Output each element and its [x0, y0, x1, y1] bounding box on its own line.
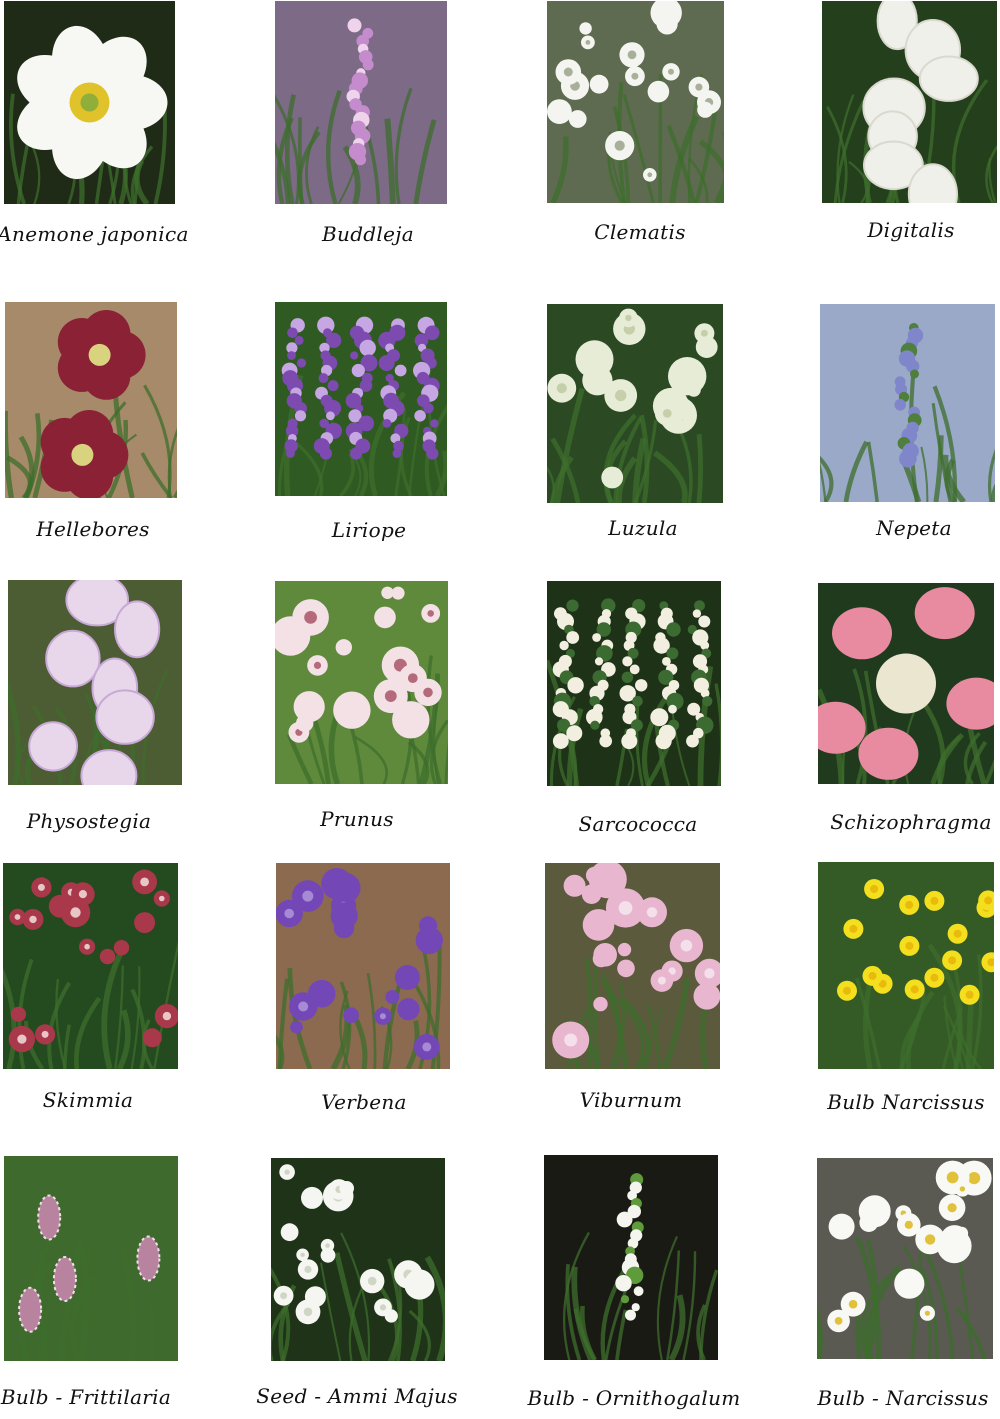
white-foxglove-bells-image — [822, 1, 997, 203]
plant-caption-clematis: Clematis — [594, 220, 686, 244]
pale-pink-physostegia-image — [8, 580, 182, 785]
plant-photo-narcissus-bulb — [818, 862, 994, 1069]
plant-photo-physostegia — [8, 580, 182, 785]
pink-viburnum-clusters-image — [545, 863, 720, 1069]
purple-liriope-spikes-image — [275, 302, 447, 496]
white-paperwhite-narcissus-image — [817, 1158, 993, 1359]
plant-photo-sarcococca — [547, 581, 721, 786]
plant-photo-verbena — [276, 863, 450, 1069]
plant-photo-liriope — [275, 302, 447, 496]
chequered-fritillaria-image — [4, 1156, 178, 1361]
white-anemone-flower-image — [4, 1, 175, 204]
plant-photo-ammi — [271, 1158, 445, 1361]
plant-photo-anemone — [4, 1, 175, 204]
plant-caption-schizophragma: Schizophragma — [830, 810, 992, 834]
plant-caption-physostegia: Physostegia — [26, 809, 152, 833]
plant-caption-luzula: Luzula — [608, 516, 678, 540]
purple-verbena-clusters-image — [276, 863, 450, 1069]
plant-photo-clematis — [547, 1, 724, 203]
plant-caption-buddleja: Buddleja — [322, 222, 414, 246]
plant-caption-narcissus-bulb: Bulb Narcissus — [827, 1090, 985, 1114]
pink-cherry-blossom-image — [275, 581, 448, 784]
plant-caption-hellebores: Hellebores — [36, 517, 150, 541]
plant-photo-digitalis — [822, 1, 997, 203]
yellow-daffodils-image — [818, 862, 994, 1069]
burgundy-hellebore-image — [5, 302, 177, 498]
plant-caption-skimmia: Skimmia — [42, 1088, 134, 1112]
plant-photo-luzula — [547, 304, 723, 503]
white-ornithogalum-spike-image — [544, 1155, 718, 1360]
plant-photo-viburnum — [545, 863, 720, 1069]
plant-caption-nepeta: Nepeta — [876, 516, 952, 540]
lilac-buddleja-spike-image — [275, 1, 447, 204]
plant-caption-liriope: Liriope — [331, 518, 407, 542]
red-skimmia-buds-image — [3, 863, 178, 1069]
white-ammi-umbels-image — [271, 1158, 445, 1361]
plant-photo-narcissus-white — [817, 1158, 993, 1359]
plant-caption-sarcococca: Sarcococca — [578, 812, 698, 836]
plant-caption-ammi: Seed - Ammi Majus — [256, 1384, 458, 1408]
pink-bract-schizophragma-image — [818, 583, 994, 784]
white-star-clematis-image — [547, 1, 724, 203]
blue-nepeta-spike-image — [820, 304, 995, 502]
plant-caption-narcissus-white: Bulb - Narcissus — [817, 1386, 989, 1410]
plant-photo-ornithogalum — [544, 1155, 718, 1360]
plant-caption-viburnum: Viburnum — [579, 1088, 683, 1112]
sarcococca-white-tassels-image — [547, 581, 721, 786]
plant-photo-fritillaria — [4, 1156, 178, 1361]
plant-caption-prunus: Prunus — [320, 807, 394, 831]
plant-photo-schizophragma — [818, 583, 994, 784]
plant-caption-fritillaria: Bulb - Frittilaria — [0, 1385, 172, 1409]
plant-photo-skimmia — [3, 863, 178, 1069]
plant-caption-ornithogalum: Bulb - Ornithogalum — [527, 1386, 741, 1410]
plant-caption-anemone: Anemone japonica — [0, 222, 189, 246]
plant-caption-verbena: Verbena — [321, 1090, 407, 1114]
plant-photo-nepeta — [820, 304, 995, 502]
plant-photo-hellebores — [5, 302, 177, 498]
plant-photo-buddleja — [275, 1, 447, 204]
plant-caption-digitalis: Digitalis — [867, 218, 955, 242]
plant-photo-prunus — [275, 581, 448, 784]
cream-luzula-heads-image — [547, 304, 723, 503]
